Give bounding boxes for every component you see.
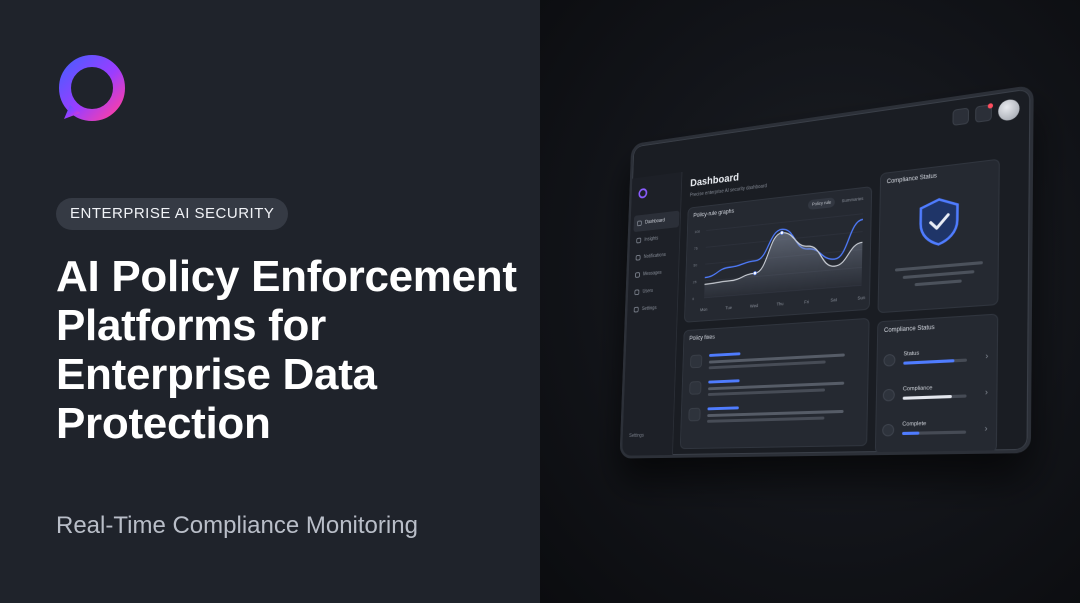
x-tick-label: Sun [857,295,865,301]
page-subtitle: Real-Time Compliance Monitoring [56,512,418,539]
x-tick-label: Mon [700,307,708,312]
sidebar-item-label: Insights [644,235,659,243]
data-point [753,271,756,275]
y-tick-label: 100 [694,229,700,234]
sidebar-item-settings[interactable]: Settings [630,298,676,318]
series-area [704,224,863,298]
progress-track [903,358,967,365]
shield-icon [688,407,701,422]
page-title: AI Policy Enforcement Platforms for Ente… [56,252,517,448]
list-icon [634,289,640,296]
chart-icon [882,423,895,437]
chip-policy-rule[interactable]: Policy rule [808,197,835,210]
shield-check-icon [917,195,960,248]
data-point [780,231,783,235]
row-label: Compliance [902,385,933,393]
category-badge: ENTERPRISE AI SECURITY [56,198,289,230]
list-item[interactable] [688,400,861,427]
sidebar-item-label: Dashboard [644,217,665,226]
compliance-status-title: Compliance Status [886,173,937,186]
hero-panel: ENTERPRISE AI SECURITY AI Policy Enforce… [0,0,540,603]
progress-track [902,394,967,400]
compliance-row-complete[interactable]: Complete › [882,417,992,445]
sidebar-item-label: Messages [643,270,662,278]
y-tick-label: 50 [693,262,697,267]
shield-icon [882,388,895,402]
progress-fill [903,359,955,365]
compliance-status-card: Compliance Status [877,158,1000,314]
user-icon [636,237,642,244]
tablet-mockup: Dashboard Insights Notifications Messages Us… [619,84,1034,459]
grid-icon [636,220,642,227]
chip-summaries[interactable]: Summaries [838,194,867,207]
compliance-list-title: Compliance Status [883,324,935,335]
chevron-right-icon: › [985,351,989,361]
area-chart: 0 25 50 75 100 Mon Tue Wed Thu Fri Sat Sun [692,207,866,312]
progress-fill [902,394,953,400]
list-item[interactable] [689,372,862,401]
bell-icon [635,254,641,261]
grid-line [706,214,863,231]
x-tick-label: Sat [830,297,837,303]
sidebar-item-label: Users [642,288,654,295]
sidebar-item-label: Settings [641,305,657,312]
chevron-right-icon: › [984,423,988,434]
x-tick-label: Fri [804,299,809,304]
calendar-icon[interactable] [952,107,970,126]
y-tick-label: 0 [692,296,694,301]
shield-icon [689,381,702,395]
ring-logo-icon [59,55,125,121]
compliance-list-card: Compliance Status Status › Compliance › … [874,313,999,455]
x-tick-label: Tue [725,305,732,310]
y-tick-label: 75 [694,246,698,251]
avatar[interactable] [998,98,1020,122]
compliance-row-compliance[interactable]: Compliance › [882,381,993,410]
x-tick-label: Wed [750,303,759,309]
progress-track [902,430,967,436]
sidebar: Dashboard Insights Notifications Messages Us… [622,171,683,456]
policy-fixes-card: Policy fixes [679,317,870,450]
list-item[interactable] [690,343,862,374]
sidebar-nav: Dashboard Insights Notifications Messages Us… [630,210,680,320]
row-label: Complete [902,420,927,428]
message-icon [634,272,640,278]
shield-icon [690,354,703,369]
row-label: Status [903,350,920,358]
bell-icon[interactable] [975,102,994,123]
gauge-icon [883,353,896,367]
chevron-right-icon: › [984,387,988,397]
sidebar-footer-settings[interactable]: Settings [629,433,644,439]
chart-title: Policy-rule graphs [693,208,735,220]
mockup-panel: Dashboard Insights Notifications Messages Us… [540,0,1080,603]
notification-dot [987,102,994,109]
policy-chart-card: Policy-rule graphs Policy rule Summaries… [683,186,873,323]
sidebar-item-label: Notifications [643,252,666,260]
policy-fixes-title: Policy fixes [689,334,715,343]
x-tick-label: Thu [776,301,784,307]
progress-fill [902,431,920,436]
gear-icon [633,306,639,313]
y-tick-label: 25 [693,279,697,284]
ring-logo-icon [638,187,648,199]
compliance-row-status[interactable]: Status › [883,345,992,375]
